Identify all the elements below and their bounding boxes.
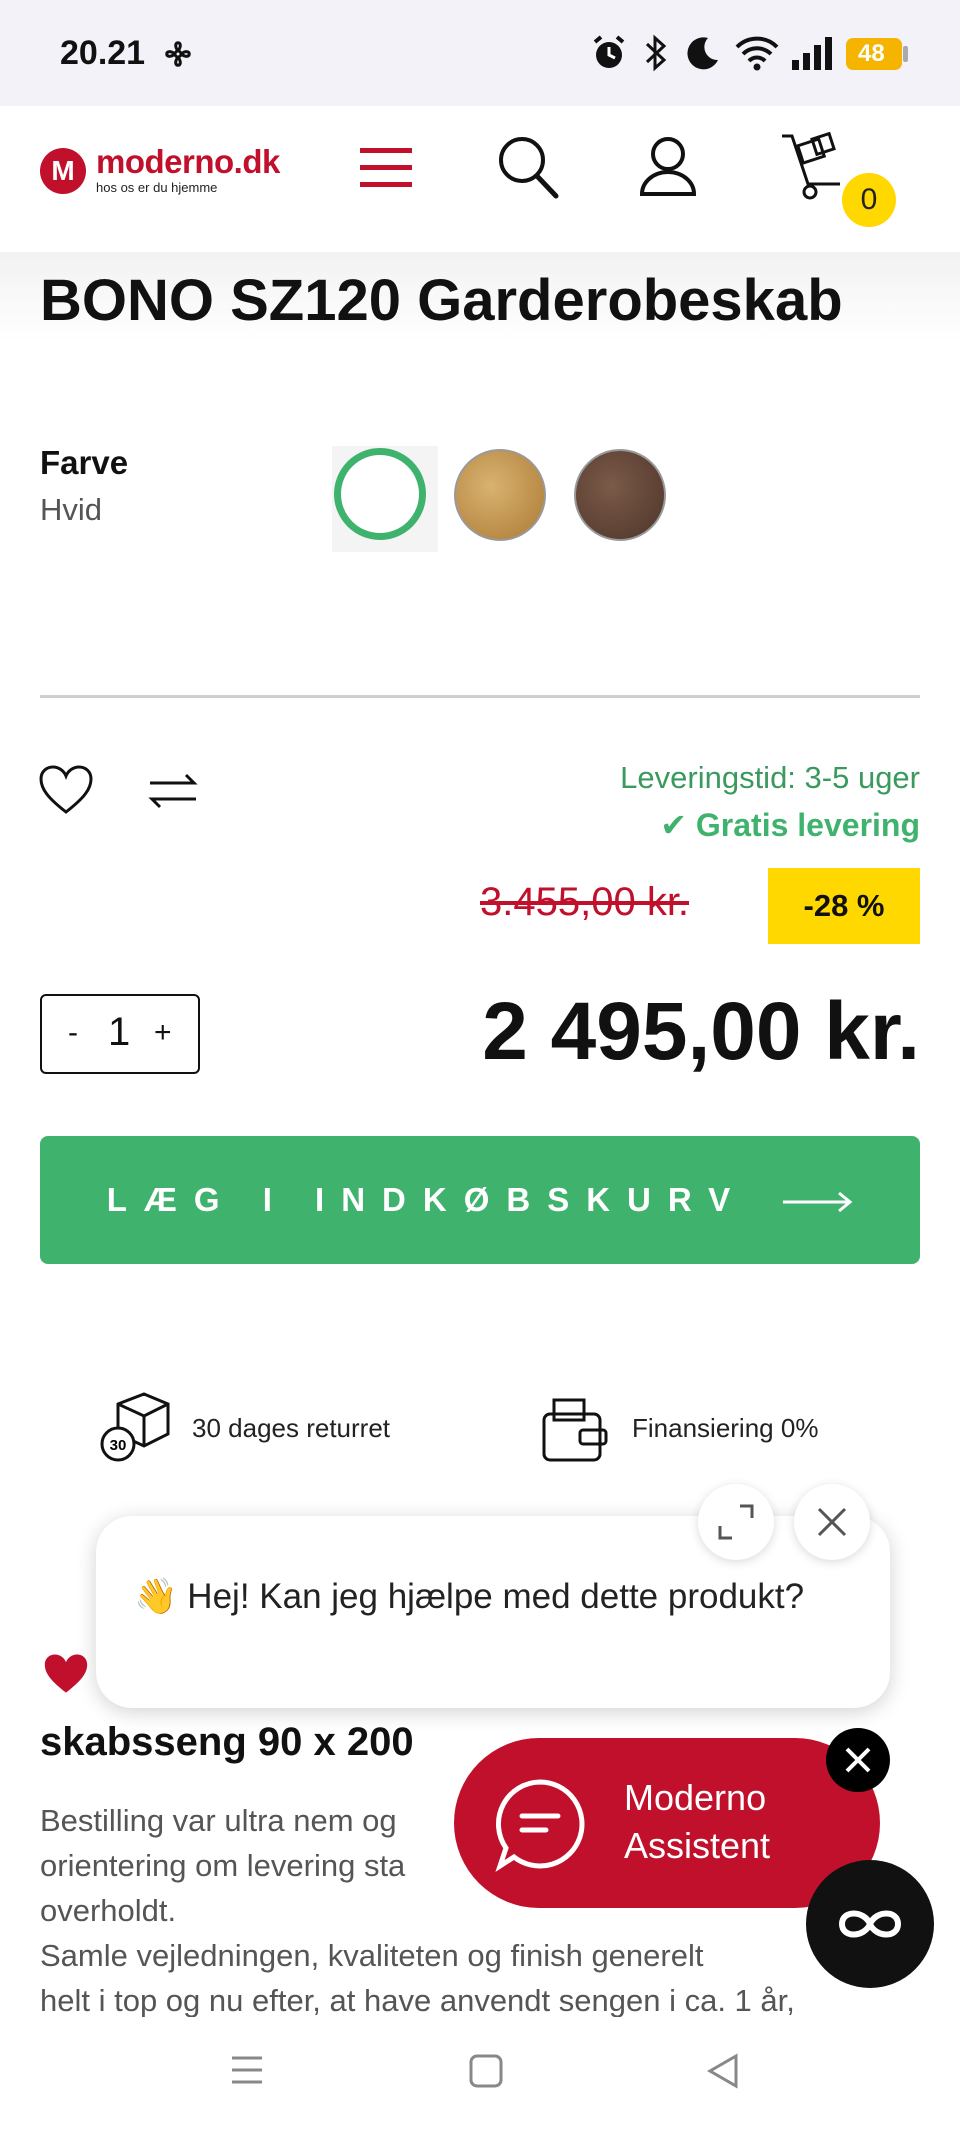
- fan-icon: [165, 41, 191, 67]
- wishlist-heart-icon[interactable]: [38, 764, 94, 816]
- signal-icon: [792, 37, 832, 70]
- assistant-label: Moderno Assistent: [624, 1774, 770, 1870]
- accessibility-widget-button[interactable]: [806, 1860, 934, 1988]
- expand-icon: [718, 1504, 754, 1540]
- chat-greeting-bubble[interactable]: 👋 Hej! Kan jeg hjælpe med dette produkt?: [96, 1516, 890, 1708]
- swatch-oak[interactable]: [454, 449, 546, 541]
- cart-count-badge[interactable]: 0: [842, 173, 896, 227]
- color-value: Hvid: [40, 492, 103, 527]
- review-title: skabsseng 90 x 200: [40, 1720, 414, 1764]
- add-to-cart-button[interactable]: LÆG I INDKØBSKURV: [40, 1136, 920, 1264]
- battery-level: 48: [858, 40, 885, 67]
- logo-mark[interactable]: M: [40, 148, 86, 194]
- old-price: 3.455,00 kr.: [480, 880, 690, 924]
- bluetooth-icon: [645, 34, 667, 72]
- assistant-label-line2: Assistent: [624, 1825, 771, 1866]
- swatch-walnut[interactable]: [574, 449, 666, 541]
- color-label: Farve: [40, 444, 129, 481]
- swatch-white[interactable]: [334, 448, 426, 540]
- battery-tip: [903, 46, 908, 62]
- assistant-label-line1: Moderno: [624, 1777, 767, 1818]
- close-assistant-button[interactable]: [826, 1728, 890, 1792]
- close-icon: [817, 1507, 847, 1537]
- system-nav-bar: [0, 2017, 960, 2133]
- close-chat-bubble-button[interactable]: [794, 1484, 870, 1560]
- arrow-right-icon: [783, 1192, 853, 1213]
- assistant-button[interactable]: Moderno Assistent: [454, 1738, 880, 1908]
- financing-text: Finansiering 0%: [632, 1413, 819, 1443]
- home-icon[interactable]: [468, 2053, 504, 2089]
- delivery-time: Leveringstid: 3-5 uger: [620, 760, 920, 795]
- returns-text: 30 dages returret: [192, 1413, 391, 1443]
- return-box-icon: 30: [100, 1392, 170, 1462]
- discount-badge: -28 %: [768, 868, 920, 944]
- product-price: 2 495,00 kr.: [482, 986, 920, 1077]
- wifi-icon: [735, 36, 779, 71]
- compare-arrows-icon[interactable]: [148, 772, 198, 810]
- chat-icon: [495, 1779, 585, 1872]
- returns-badge-number: 30: [110, 1437, 127, 1454]
- add-to-cart-label: LÆG I INDKØBSKURV: [106, 1181, 748, 1218]
- qty-minus-button[interactable]: -: [68, 1016, 78, 1050]
- quantity-stepper: - 1 +: [40, 994, 200, 1074]
- status-time: 20.21: [60, 34, 146, 72]
- review-line: Samle vejledningen, kvaliteten og finish…: [40, 1938, 704, 1973]
- moon-icon: [687, 37, 718, 70]
- logo-tagline: hos os er du hjemme: [96, 180, 218, 195]
- qty-value[interactable]: 1: [108, 1010, 130, 1055]
- menu-icon[interactable]: [358, 146, 414, 190]
- product-title: BONO SZ120 Garderobeskab: [40, 268, 843, 333]
- review-heart-icon: [44, 1654, 88, 1693]
- free-delivery: ✔ Gratis levering: [660, 807, 920, 843]
- wallet-icon: [542, 1398, 608, 1462]
- logo-text[interactable]: moderno.dk: [96, 143, 280, 181]
- battery-icon: 48: [846, 38, 902, 70]
- back-icon[interactable]: [706, 2053, 740, 2089]
- chat-greeting-text: 👋 Hej! Kan jeg hjælpe med dette produkt?: [134, 1577, 805, 1616]
- expand-chat-button[interactable]: [698, 1484, 774, 1560]
- close-icon: [845, 1747, 871, 1773]
- infinity-toggle-icon: [838, 1910, 902, 1938]
- divider: [40, 695, 920, 698]
- status-bar: 20.21 48: [0, 0, 960, 106]
- qty-plus-button[interactable]: +: [154, 1016, 172, 1050]
- alarm-icon: [593, 35, 625, 68]
- account-icon[interactable]: [636, 134, 700, 198]
- search-icon[interactable]: [496, 134, 560, 200]
- recent-apps-icon[interactable]: [230, 2053, 264, 2087]
